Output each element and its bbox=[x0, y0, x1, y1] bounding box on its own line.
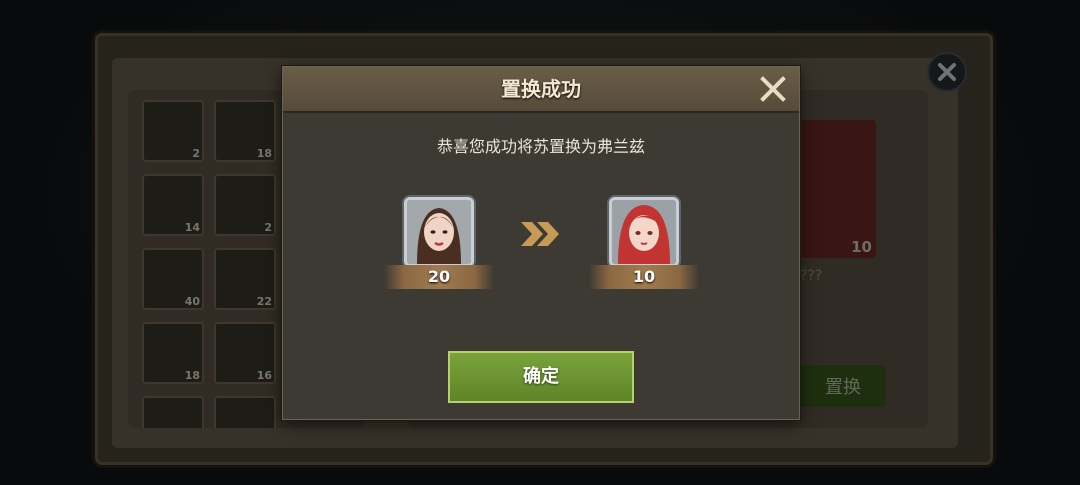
dialog-message: 恭喜您成功将苏置换为弗兰兹 bbox=[436, 137, 645, 156]
target-hero-count-ribbon: 10 bbox=[589, 265, 699, 289]
target-hero-portrait bbox=[609, 197, 679, 267]
close-icon bbox=[760, 76, 786, 102]
dialog-title: 置换成功 bbox=[501, 77, 581, 101]
target-hero-count: 10 bbox=[632, 267, 656, 286]
hero-portrait-icon bbox=[407, 200, 471, 264]
source-hero-count-ribbon: 20 bbox=[384, 265, 494, 289]
confirm-button[interactable]: 确定 bbox=[448, 351, 634, 403]
source-hero-portrait bbox=[404, 197, 474, 267]
double-chevron-right-icon bbox=[521, 222, 559, 246]
source-hero-count: 20 bbox=[427, 267, 451, 286]
swap-success-dialog: 置换成功 恭喜您成功将苏置换为弗兰兹 20 10 确定 bbox=[282, 66, 800, 420]
dialog-close-button[interactable] bbox=[757, 73, 789, 105]
hero-portrait-icon bbox=[612, 200, 676, 264]
